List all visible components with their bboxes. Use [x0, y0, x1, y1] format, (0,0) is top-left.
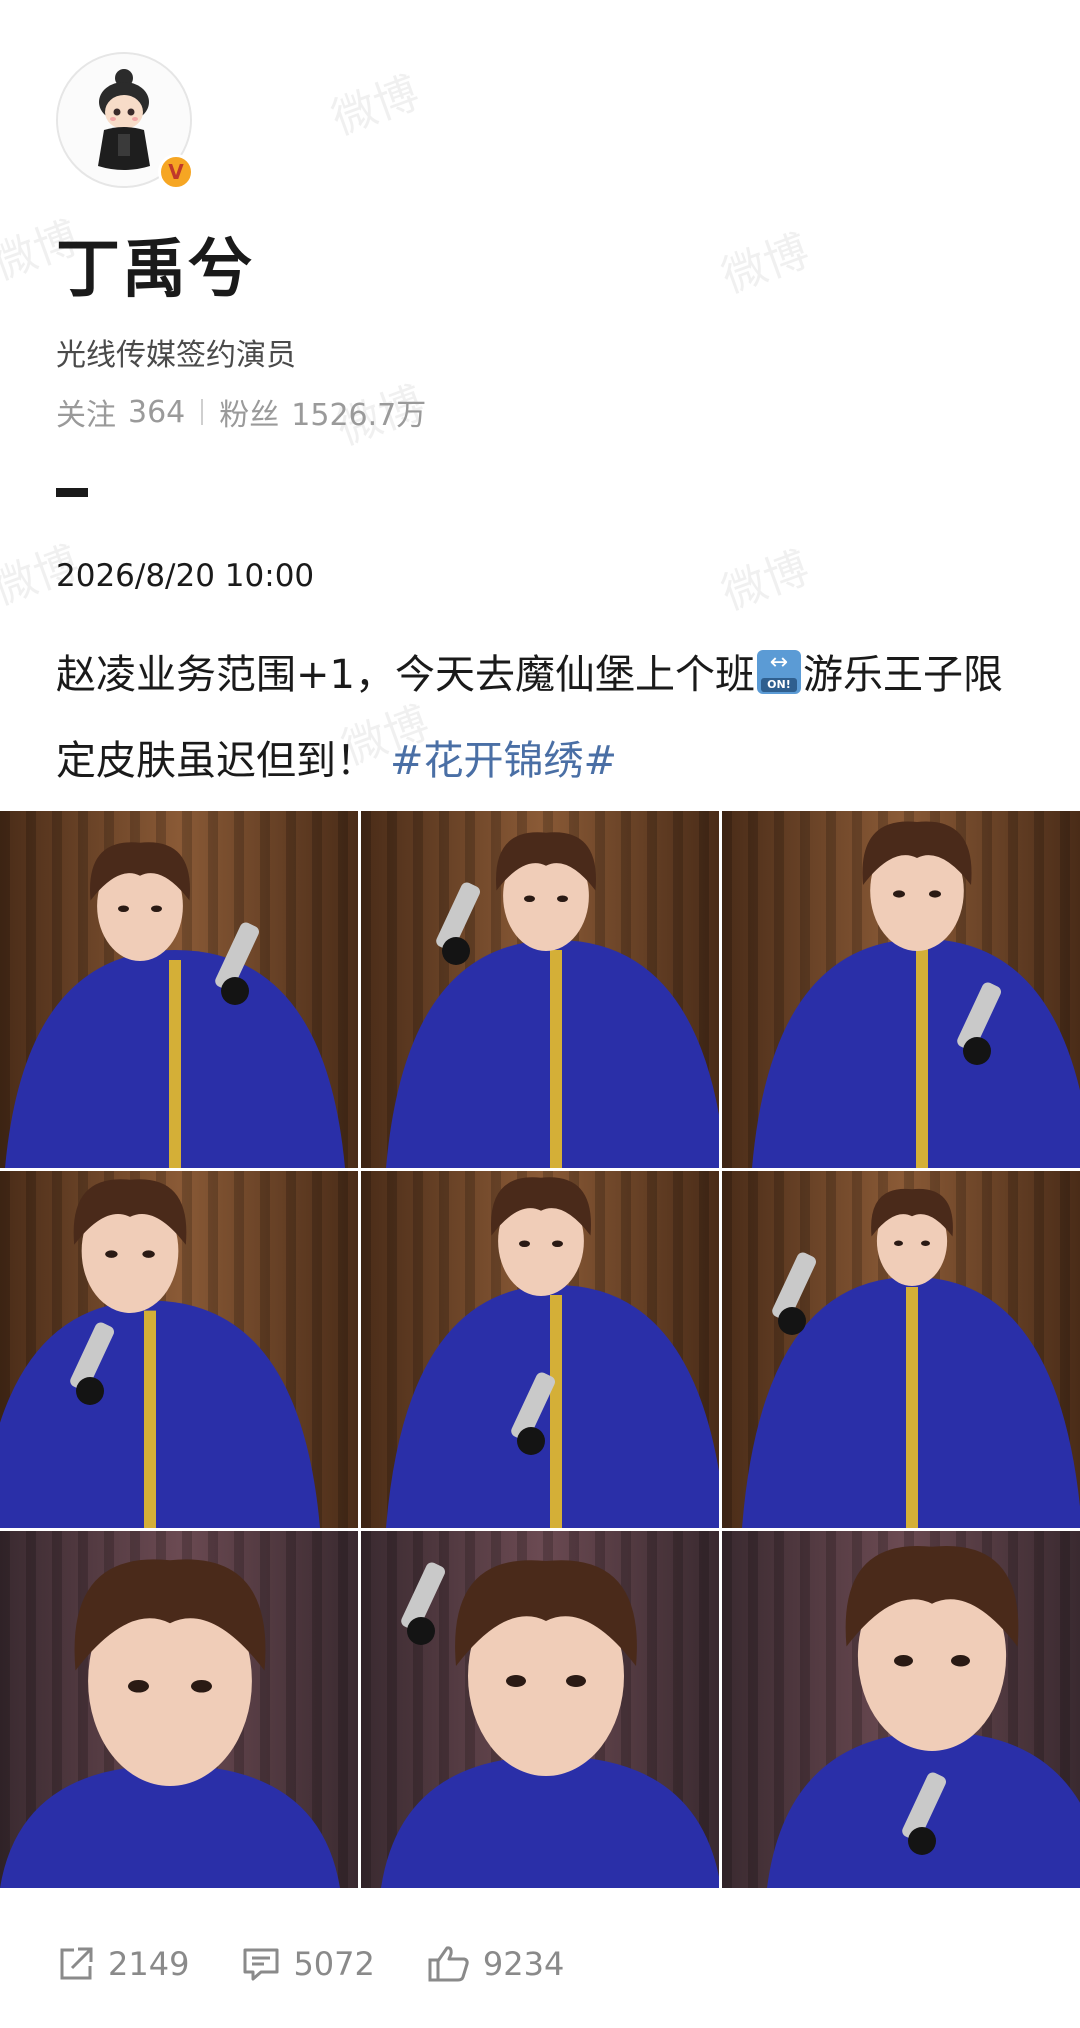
photo-thumbnail[interactable] [722, 811, 1080, 1168]
photo-thumbnail[interactable] [0, 1171, 358, 1528]
photo-image [722, 1531, 1080, 1888]
photo-thumbnail[interactable] [0, 811, 358, 1168]
profile-stats: 关注 364 粉丝 1526.7万 [56, 390, 426, 434]
stats-divider [201, 399, 204, 425]
action-bar: 2149 5072 9234 [56, 1944, 616, 1984]
thumbs-up-icon [428, 1946, 469, 1982]
photo-image [361, 811, 719, 1168]
followers-count[interactable]: 1526.7万 [291, 390, 426, 434]
weibo-post-page: 微博 微博 微博 微博 微博 微博 微博 V 丁禹兮 光线传媒签约演员 关注 3… [0, 0, 1080, 2028]
post-text: 赵凌业务范围+1，今天去魔仙堡上个班 ↔ ON! 游乐王子限定皮肤虽迟但到！ #花开锦绣… [56, 632, 1036, 804]
post-timestamp: 2026/8/20 10:00 [56, 558, 315, 594]
photo-thumbnail[interactable] [361, 1531, 719, 1888]
watermark: 微博 [325, 67, 426, 146]
photo-thumbnail[interactable] [361, 811, 719, 1168]
avatar-container[interactable]: V [56, 52, 194, 190]
comment-icon [243, 1948, 279, 1981]
photo-image [722, 811, 1080, 1168]
following-label[interactable]: 关注 [56, 390, 116, 434]
photo-image [722, 1171, 1080, 1528]
like-count: 9234 [482, 1945, 565, 1983]
section-divider [56, 488, 88, 497]
comment-count: 5072 [293, 1945, 375, 1983]
photo-image [0, 1531, 358, 1888]
photo-thumbnail[interactable] [0, 1531, 358, 1888]
profile-bio: 光线传媒签约演员 [56, 338, 296, 373]
share-count: 2149 [108, 1945, 190, 1983]
following-count[interactable]: 364 [128, 395, 185, 430]
watermark: 微博 [715, 542, 816, 621]
watermark: 微博 [715, 225, 816, 304]
share-button[interactable]: 2149 [56, 1944, 189, 1984]
verified-badge-icon: V [158, 154, 194, 190]
photo-image [0, 811, 358, 1168]
photo-thumbnail[interactable] [722, 1531, 1080, 1888]
profile-name: 丁禹兮 [56, 233, 254, 307]
followers-label[interactable]: 粉丝 [219, 390, 279, 434]
photo-image [361, 1531, 719, 1888]
photo-grid [0, 811, 1080, 1890]
photo-thumbnail[interactable] [722, 1171, 1080, 1528]
comment-button[interactable]: 5072 [241, 1944, 375, 1984]
on-air-arrows-icon: ↔ ON! [756, 650, 801, 694]
photo-image [0, 1171, 358, 1528]
photo-image [361, 1171, 719, 1528]
photo-thumbnail[interactable] [361, 1171, 719, 1528]
hashtag-link[interactable]: #花开锦绣# [390, 738, 617, 784]
like-button[interactable]: 9234 [427, 1944, 564, 1984]
share-icon [60, 1947, 93, 1980]
post-text-part1: 赵凌业务范围+1，今天去魔仙堡上个班 [56, 652, 755, 698]
